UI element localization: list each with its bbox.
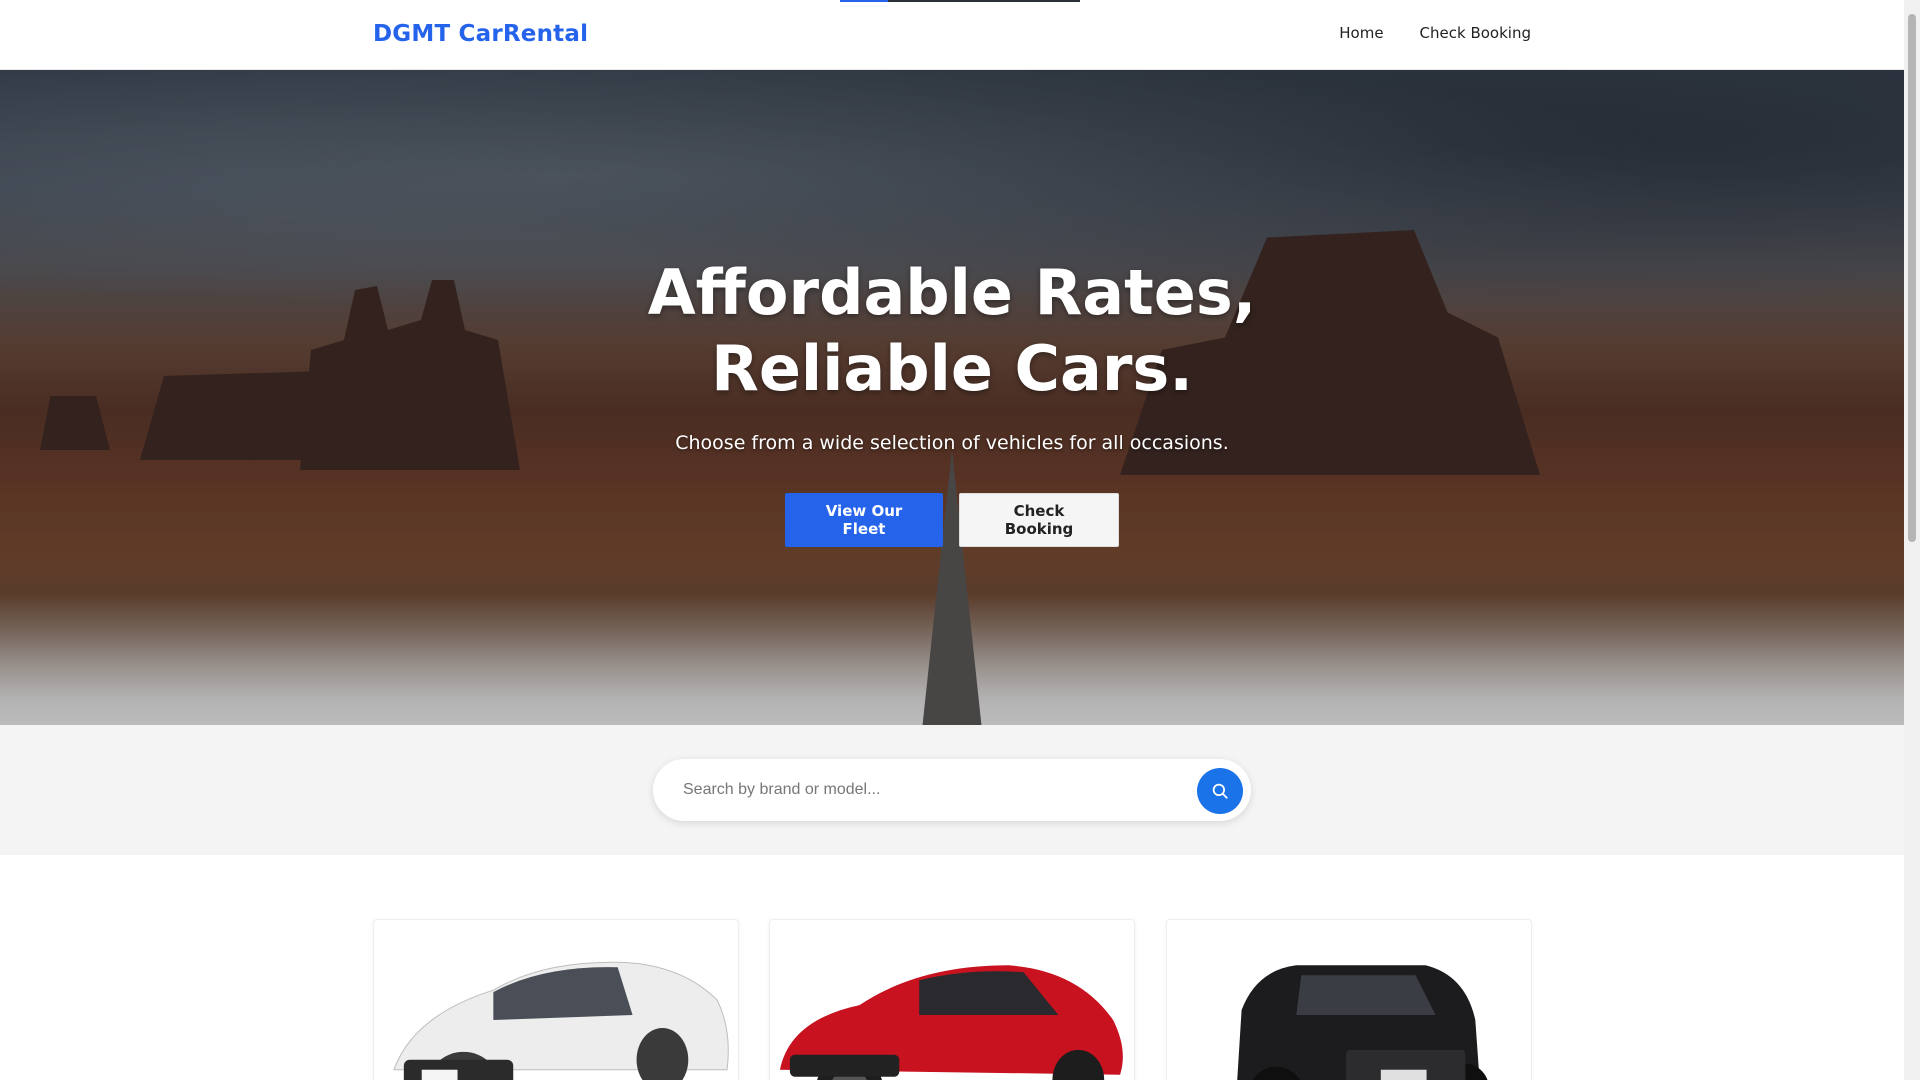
hero-subtitle: Choose from a wide selection of vehicles…	[675, 432, 1229, 454]
car-card[interactable]	[373, 919, 739, 1080]
search-input[interactable]	[683, 759, 1163, 821]
fleet-section	[0, 855, 1904, 1080]
search-section	[0, 725, 1904, 855]
car-card[interactable]	[769, 919, 1135, 1080]
nav-links: Home Check Booking	[1339, 24, 1531, 42]
nav-link-home[interactable]: Home	[1339, 24, 1383, 42]
hero-title: Affordable Rates, Reliable Cars.	[0, 255, 1904, 407]
brand-logo[interactable]: DGMT CarRental	[373, 21, 588, 47]
car-card[interactable]	[1166, 919, 1532, 1080]
page-load-progress	[840, 0, 1080, 2]
page: DGMT CarRental Home Check Booking Afford…	[0, 0, 1904, 1080]
search-box	[653, 759, 1251, 821]
scrollbar-thumb[interactable]	[1908, 14, 1916, 542]
hero-title-line-2: Reliable Cars.	[711, 332, 1193, 405]
navbar: DGMT CarRental Home Check Booking	[0, 0, 1904, 70]
nav-link-check-booking[interactable]: Check Booking	[1420, 24, 1531, 42]
black-suv-car-image	[1237, 965, 1488, 1080]
hero-section: Affordable Rates, Reliable Cars. Choose …	[0, 70, 1904, 725]
progress-fill	[840, 0, 888, 2]
view-fleet-button[interactable]: View Our Fleet	[785, 493, 943, 547]
page-scrollbar[interactable]	[1904, 0, 1920, 1080]
white-sedan-car-image	[393, 961, 729, 1080]
hero-buttons: View Our Fleet Check Booking	[0, 493, 1904, 547]
red-sedan-car-image	[779, 965, 1123, 1080]
search-icon	[1212, 783, 1228, 799]
check-booking-button[interactable]: Check Booking	[959, 493, 1119, 547]
hero-title-line-1: Affordable Rates,	[647, 256, 1257, 329]
hero-content: Affordable Rates, Reliable Cars. Choose …	[0, 70, 1904, 725]
search-button[interactable]	[1197, 768, 1243, 814]
